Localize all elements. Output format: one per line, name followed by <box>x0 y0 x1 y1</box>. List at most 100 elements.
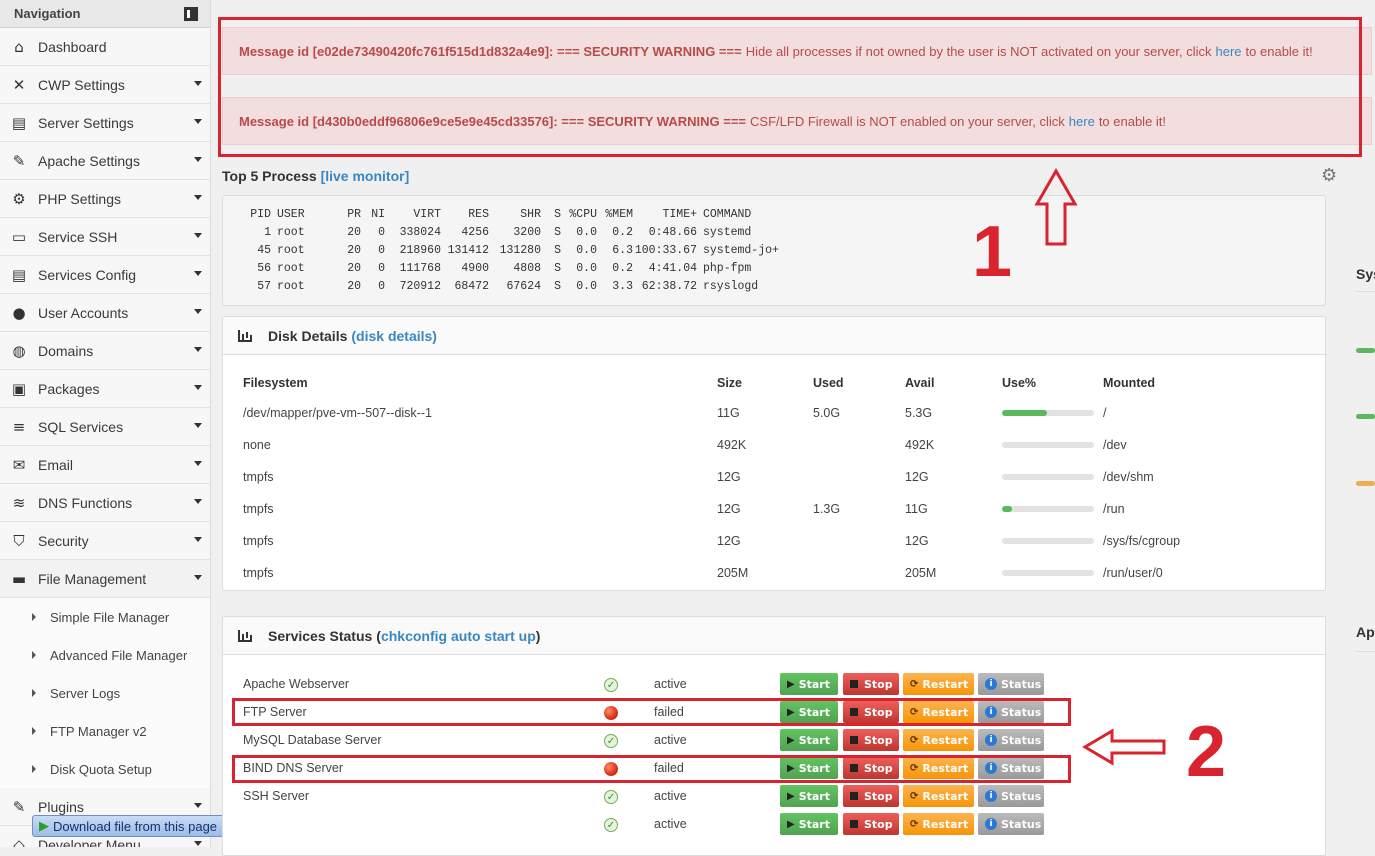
paren-close: ) <box>535 627 541 644</box>
usage-progress-bar <box>1002 442 1094 448</box>
sidebar-item-apache-settings[interactable]: ✎ Apache Settings <box>0 142 210 180</box>
chkconfig-link[interactable]: chkconfig auto start up <box>381 628 536 644</box>
stop-button[interactable]: Stop <box>843 729 899 751</box>
sidebar-item-php-settings[interactable]: ⚙ PHP Settings <box>0 180 210 218</box>
process-cell: 131412 <box>447 244 489 257</box>
process-cell: 131280 <box>499 244 541 257</box>
cubes-icon: ▣ <box>11 379 27 398</box>
usage-bar <box>1356 348 1375 353</box>
restart-button[interactable]: ⟳ Restart <box>903 813 974 835</box>
disk-details-link[interactable]: (disk details) <box>351 328 437 344</box>
restart-button[interactable]: ⟳ Restart <box>903 729 974 751</box>
process-cell: S <box>554 280 561 293</box>
disk-cell-fs: tmpfs <box>243 502 274 516</box>
sidebar-item-label: PHP Settings <box>38 190 122 207</box>
sidebar: Navigation ⌂ Dashboard ✕ CWP Settings ▤ Serve… <box>0 0 211 847</box>
stop-button[interactable]: Stop <box>843 673 899 695</box>
disk-cell-usage <box>1002 493 1103 525</box>
restart-button[interactable]: ⟳ Restart <box>903 785 974 807</box>
sidebar-item-server-settings[interactable]: ▤ Server Settings <box>0 104 210 142</box>
info-icon: i <box>985 790 997 802</box>
sidebar-item-label: Apache Settings <box>38 152 140 169</box>
sidebar-item-file-management[interactable]: ▬ File Management <box>0 560 210 598</box>
status-button[interactable]: i Status <box>978 729 1044 751</box>
stop-button[interactable]: Stop <box>843 813 899 835</box>
sidebar-item-cwp-settings[interactable]: ✕ CWP Settings <box>0 66 210 104</box>
sidebar-item-label: Packages <box>38 380 100 397</box>
restart-label: Restart <box>922 789 969 803</box>
server-icon: ▤ <box>11 265 27 284</box>
process-cell: root <box>277 226 305 239</box>
shield-icon: ⛉ <box>13 531 25 550</box>
disk-title: Disk Details <box>268 327 348 344</box>
status-button[interactable]: i Status <box>978 813 1044 835</box>
sidebar-item-domains[interactable]: ◍ Domains <box>0 332 210 370</box>
status-button[interactable]: i Status <box>978 785 1044 807</box>
process-cell: 338024 <box>399 226 441 239</box>
alerts-highlight-box <box>218 17 1362 157</box>
sidebar-item-packages[interactable]: ▣ Packages <box>0 370 210 408</box>
feather-icon: ✎ <box>12 151 26 170</box>
process-cell: %MEM <box>605 208 633 221</box>
check-circle-icon: ✓ <box>604 818 618 832</box>
usage-progress-fill <box>1002 506 1013 512</box>
service-status: active <box>654 733 687 747</box>
sidebar-item-label: Developer Menu <box>38 836 141 848</box>
disk-details-panel: Disk Details (disk details) Filesystem S… <box>222 316 1326 591</box>
process-cell: 0.0 <box>576 244 597 257</box>
sidebar-item-label: CWP Settings <box>38 76 125 93</box>
restart-button[interactable]: ⟳ Restart <box>903 673 974 695</box>
sidebar-subitem-ftp-manager-v2[interactable]: FTP Manager v2 <box>0 712 210 750</box>
live-monitor-link[interactable]: [live monitor] <box>321 168 410 184</box>
chevron-right-icon <box>32 727 36 735</box>
sidebar-subitem-server-logs[interactable]: Server Logs <box>0 674 210 712</box>
process-cell: S <box>554 244 561 257</box>
start-label: Start <box>798 817 830 831</box>
disk-row: tmpfs 12G 1.3G 11G/run <box>243 493 1253 525</box>
start-button[interactable]: ▶ Start <box>780 673 838 695</box>
download-file-button[interactable]: ▶ Download file from this page <box>32 815 225 837</box>
sidebar-subitem-label: FTP Manager v2 <box>50 723 147 739</box>
stop-button[interactable]: Stop <box>843 785 899 807</box>
disk-cell-usage <box>1002 461 1103 493</box>
sidebar-item-security[interactable]: ⛉ Security <box>0 522 210 560</box>
disk-cell-size: 12G <box>717 502 741 516</box>
sidebar-toggle-icon[interactable] <box>184 6 198 21</box>
sidebar-item-dashboard[interactable]: ⌂ Dashboard <box>0 28 210 66</box>
sidebar-subitem-simple-file-manager[interactable]: Simple File Manager <box>0 598 210 636</box>
code-icon: ◇ <box>13 835 25 848</box>
chevron-down-icon <box>194 385 202 390</box>
sidebar-item-sql-services[interactable]: ≡ SQL Services <box>0 408 210 446</box>
process-cell: 0.2 <box>612 262 633 275</box>
disk-cell-fs: tmpfs <box>243 470 274 484</box>
gear-icon[interactable]: ⚙ <box>1321 165 1337 186</box>
status-label: Status <box>1001 789 1042 803</box>
process-cell: 0 <box>378 280 385 293</box>
ftp-highlight-box <box>232 698 1071 726</box>
disk-cell-size: 11G <box>717 406 740 420</box>
start-label: Start <box>798 677 830 691</box>
divider <box>1356 651 1375 652</box>
process-cell: 20 <box>347 262 361 275</box>
sidebar-item-label: SQL Services <box>38 418 124 435</box>
start-button[interactable]: ▶ Start <box>780 729 838 751</box>
start-button[interactable]: ▶ Start <box>780 813 838 835</box>
sidebar-item-services-config[interactable]: ▤ Services Config <box>0 256 210 294</box>
sidebar-subitem-disk-quota-setup[interactable]: Disk Quota Setup <box>0 750 210 788</box>
sidebar-item-dns-functions[interactable]: ≋ DNS Functions <box>0 484 210 522</box>
service-row: ✓ active ▶ Start Stop ⟳ Restart i Status <box>223 811 1323 839</box>
status-button[interactable]: i Status <box>978 673 1044 695</box>
process-cell: 0:48.66 <box>648 226 697 239</box>
start-button[interactable]: ▶ Start <box>780 785 838 807</box>
home-icon: ⌂ <box>14 37 24 56</box>
sidebar-item-service-ssh[interactable]: ▭ Service SSH <box>0 218 210 256</box>
sidebar-item-user-accounts[interactable]: ● User Accounts <box>0 294 210 332</box>
process-row: 57 root 20 0 720912 68472 67624 S 0.0 3.3 62:38.72… <box>223 280 1325 298</box>
sidebar-subitem-advanced-file-manager[interactable]: Advanced File Manager <box>0 636 210 674</box>
col-use-percent: Use% <box>1002 376 1037 390</box>
layers-icon: ≋ <box>12 493 26 512</box>
server-icon: ▤ <box>11 113 27 132</box>
sidebar-item-email[interactable]: ✉ Email <box>0 446 210 484</box>
process-cell: 0 <box>378 244 385 257</box>
disk-row: /dev/mapper/pve-vm--507--disk--1 11G 5.0G 5… <box>243 397 1253 429</box>
